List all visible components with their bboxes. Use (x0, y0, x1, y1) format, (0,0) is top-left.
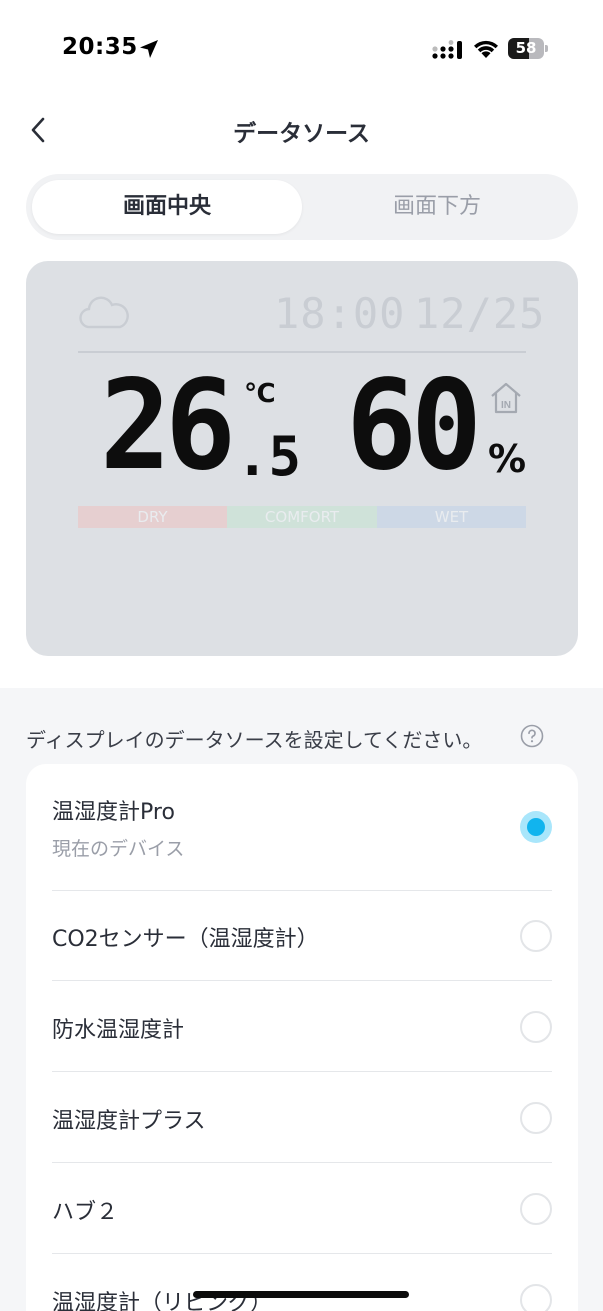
indoor-home-icon: IN (491, 382, 521, 414)
display-preview: 18:00 12/25 26 ℃ .5 60 % IN DRY COMFORT … (26, 261, 578, 656)
radio-selected[interactable] (520, 811, 552, 843)
list-item[interactable]: ハブ２ (26, 1163, 578, 1254)
list-item[interactable]: 防水温湿度計 (26, 981, 578, 1072)
list-item[interactable]: 温湿度計プラス (26, 1072, 578, 1163)
comfort-level-comfort: COMFORT (227, 506, 377, 528)
tab-screen-bottom[interactable]: 画面下方 (302, 180, 572, 234)
nav-header: データソース (0, 100, 603, 160)
source-title: 防水温湿度計 (52, 1018, 185, 1043)
tab-screen-center[interactable]: 画面中央 (32, 180, 302, 234)
home-indicator[interactable] (193, 1291, 409, 1298)
comfort-scale: DRY COMFORT WET (78, 506, 526, 528)
screen: 20:35 58 データソース 画面中央 画面下方 18:00 12/25 26… (0, 0, 603, 1311)
status-time: 20:35 (62, 34, 138, 60)
radio-unselected[interactable] (520, 1193, 552, 1225)
indoor-badge: IN (501, 400, 511, 411)
preview-temperature-decimal: .5 (236, 425, 302, 488)
data-source-list: 温湿度計Pro 現在のデバイス CO2センサー（温湿度計） 防水温湿度計 温湿度… (26, 764, 578, 1311)
data-source-hint: ディスプレイのデータソースを設定してください。 (26, 728, 483, 752)
source-title: CO2センサー（温湿度計） (52, 927, 319, 952)
source-subtitle: 現在のデバイス (52, 838, 185, 860)
source-title: 温湿度計Pro (52, 800, 175, 825)
comfort-level-wet: WET (377, 506, 526, 528)
source-title: 温湿度計プラス (52, 1109, 206, 1134)
humidity-unit: % (488, 437, 527, 481)
radio-unselected[interactable] (520, 920, 552, 952)
cloud-icon (79, 296, 129, 329)
radio-unselected[interactable] (520, 1284, 552, 1311)
battery-indicator: 58 (508, 38, 548, 59)
preview-date: 12/25 (414, 289, 546, 338)
preview-humidity: 60 (346, 352, 482, 498)
radio-unselected[interactable] (520, 1102, 552, 1134)
list-item[interactable]: 温湿度計Pro 現在のデバイス (26, 764, 578, 891)
temperature-unit: ℃ (244, 379, 276, 409)
display-position-tabs: 画面中央 画面下方 (26, 174, 578, 240)
preview-time: 18:00 (274, 289, 406, 338)
battery-level: 58 (515, 39, 537, 57)
page-title: データソース (233, 121, 370, 147)
location-arrow-icon (140, 40, 158, 58)
source-title: 温湿度計（リビング） (52, 1291, 273, 1311)
list-item[interactable]: CO2センサー（温湿度計） (26, 891, 578, 981)
list-item[interactable]: 温湿度計（リビング） (26, 1254, 578, 1311)
source-title: ハブ２ (52, 1200, 119, 1225)
radio-unselected[interactable] (520, 1011, 552, 1043)
cellular-signal-icon (432, 40, 462, 59)
preview-temperature: 26 (100, 352, 236, 498)
help-icon[interactable] (520, 724, 544, 748)
status-bar: 20:35 58 (0, 0, 603, 96)
comfort-level-dry: DRY (78, 506, 227, 528)
data-source-settings: ディスプレイのデータソースを設定してください。 温湿度計Pro 現在のデバイス … (0, 688, 603, 1311)
wifi-icon (474, 40, 498, 58)
